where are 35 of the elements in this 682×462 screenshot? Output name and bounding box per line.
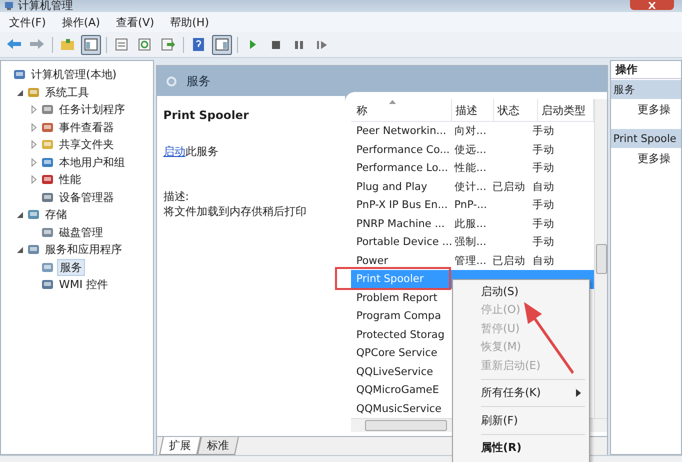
startup-type-cell: 手动	[532, 218, 554, 230]
service-name-cell-text: Performance Lo...	[355, 162, 450, 174]
status-cell: 已启动	[492, 180, 526, 193]
startup-type-cell: 手动	[532, 144, 554, 156]
startup-type-cell: 手动	[532, 199, 554, 212]
service-name-cell-text: Portable Device ...	[355, 236, 452, 248]
service-name-cell-text: Peer Networkin...	[355, 125, 448, 138]
startup-type-cell: 手动	[532, 236, 554, 248]
service-name-cell-text: PNRP Machine ...	[355, 218, 446, 230]
service-name-cell-text: Plug and Play	[355, 180, 428, 193]
startup-type-cell: 手动	[532, 162, 554, 174]
service-name-cell-text: Performance Co...	[355, 144, 451, 156]
startup-type-cell: 手动	[532, 125, 554, 138]
service-name-cell-text: Print Spooler	[355, 273, 425, 286]
service-name-cell-text: Power	[355, 254, 390, 267]
description-cell: 此服...	[454, 218, 486, 230]
service-name-cell-text: PnP-X IP Bus En...	[355, 199, 449, 212]
description-cell: 使远...	[454, 144, 486, 156]
description-cell: 向对...	[454, 125, 486, 138]
description-label: 描述:	[163, 189, 190, 204]
status-cell: 已启动	[492, 254, 526, 267]
description-cell: 管理...	[454, 254, 486, 267]
description-cell: 使计...	[454, 180, 486, 193]
panel-title: 服务	[186, 72, 210, 90]
description-cell: PnP-...	[454, 199, 487, 212]
description-cell: 强制...	[454, 236, 486, 248]
description-text: 将文件加载到内存供稍后打印	[163, 204, 308, 219]
startup-type-cell: 自动	[532, 180, 554, 193]
service-name: Print Spooler	[163, 108, 250, 122]
link-suffix: 此服务	[185, 145, 218, 158]
startup-type-cell: 自动	[532, 254, 554, 267]
window-title: 计算机管理	[18, 0, 73, 12]
description-cell: 性能...	[454, 162, 486, 174]
service-name-cell-text: QQMusicService	[355, 402, 442, 415]
actions-title: 操作	[611, 61, 681, 79]
